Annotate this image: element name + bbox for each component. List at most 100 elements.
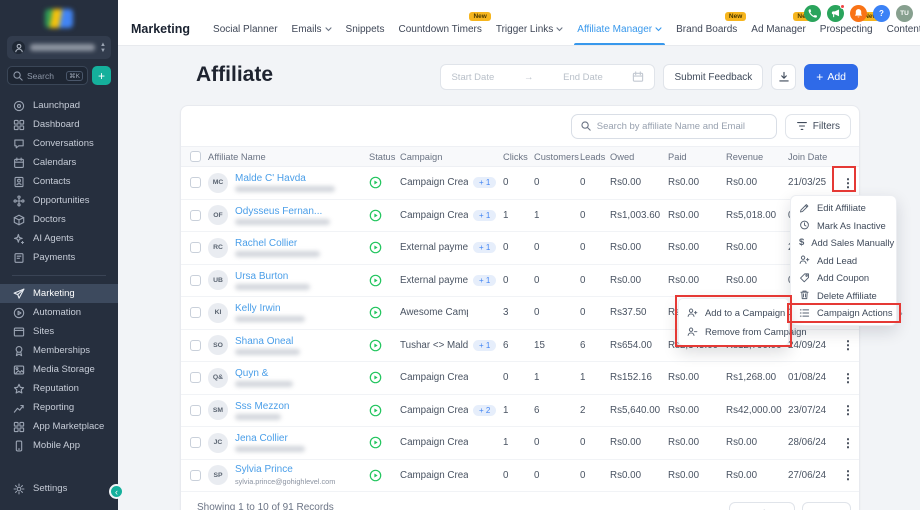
sidebar-item-label: Opportunities	[33, 195, 90, 206]
help-icon[interactable]: ?	[873, 5, 890, 22]
row-checkbox[interactable]	[190, 372, 201, 383]
sidebar-item-calendars[interactable]: Calendars	[0, 153, 118, 172]
tab-trigger-links[interactable]: Trigger Links	[496, 24, 563, 45]
sidebar-item-settings[interactable]: Settings	[0, 479, 118, 498]
row-checkbox[interactable]	[190, 340, 201, 351]
select-all-checkbox[interactable]	[190, 151, 201, 162]
row-checkbox[interactable]	[190, 437, 201, 448]
submenu-item-remove-from-campaign[interactable]: Remove from Campaign	[679, 322, 788, 341]
sidebar-item-opportunities[interactable]: Opportunities	[0, 191, 118, 210]
sidebar-item-label: Settings	[33, 483, 67, 494]
affiliate-name-link[interactable]: Jena Collier	[235, 433, 305, 444]
export-button[interactable]	[771, 64, 796, 90]
affiliate-name-link[interactable]: Shana Oneal	[235, 336, 300, 347]
sidebar-item-sites[interactable]: Sites	[0, 322, 118, 341]
sidebar-item-ai-agents[interactable]: AI Agents	[0, 229, 118, 248]
row-checkbox[interactable]	[190, 177, 201, 188]
tab-affiliate-manager[interactable]: Affiliate Manager	[577, 24, 662, 45]
megaphone-icon[interactable]	[827, 5, 844, 22]
row-actions-button[interactable]: ⋮	[837, 337, 859, 353]
sidebar-search-input[interactable]	[27, 71, 63, 81]
affiliate-name-link[interactable]: Rachel Collier	[235, 238, 320, 249]
affiliate-name-link[interactable]: Quyn &	[235, 368, 293, 379]
table-row: OFOdysseus Fernan...Campaign Create+ 111…	[181, 200, 859, 233]
row-checkbox[interactable]	[190, 210, 201, 221]
tab-prospecting[interactable]: ProspectingNew	[820, 24, 873, 45]
campaign-cell: Awesome Campaig	[400, 307, 503, 318]
sidebar-item-payments[interactable]: Payments	[0, 248, 118, 267]
date-range-picker[interactable]: Start Date → End Date	[440, 64, 655, 90]
sidebar-item-conversations[interactable]: Conversations	[0, 134, 118, 153]
affiliate-search[interactable]	[571, 114, 777, 139]
sidebar-item-reporting[interactable]: Reporting	[0, 398, 118, 417]
tab-emails[interactable]: Emails	[292, 24, 332, 45]
menu-item-edit-affiliate[interactable]: Edit Affiliate	[791, 199, 896, 217]
sidebar-item-memberships[interactable]: Memberships	[0, 341, 118, 360]
sidebar-item-label: Memberships	[33, 345, 90, 356]
menu-item-mark-as-inactive[interactable]: Mark As Inactive	[791, 217, 896, 235]
quick-add-button[interactable]: +	[92, 66, 111, 85]
menu-item-campaign-actions[interactable]: Campaign Actions›	[791, 304, 896, 322]
sidebar-item-reputation[interactable]: Reputation	[0, 379, 118, 398]
previous-page-button[interactable]: Previous	[729, 502, 796, 510]
tab-snippets[interactable]: Snippets	[346, 24, 385, 45]
row-actions-button[interactable]: ⋮	[837, 175, 859, 191]
affiliate-cell: SPSylvia Princesylvia.prince@gohighlevel…	[208, 464, 366, 486]
menu-item-add-lead[interactable]: Add Lead	[791, 252, 896, 270]
affiliate-cell: Q&Quyn &	[208, 368, 366, 388]
owed-cell: Rs0.00	[610, 470, 668, 481]
row-checkbox[interactable]	[190, 307, 201, 318]
affiliate-cell: KIKelly Irwin	[208, 303, 366, 323]
row-checkbox[interactable]	[190, 242, 201, 253]
affiliate-name-link[interactable]: Odysseus Fernan...	[235, 206, 330, 217]
affiliate-name-link[interactable]: Sylvia Prince	[235, 464, 335, 475]
row-actions-button[interactable]: ⋮	[837, 370, 859, 386]
next-page-button[interactable]: Next	[802, 502, 851, 510]
affiliate-email-redacted	[235, 251, 320, 257]
sidebar-item-app-marketplace[interactable]: App Marketplace	[0, 417, 118, 436]
sidebar-item-media-storage[interactable]: Media Storage	[0, 360, 118, 379]
add-affiliate-button[interactable]: +Add	[804, 64, 858, 90]
affiliate-search-input[interactable]	[597, 121, 768, 132]
user-avatar[interactable]: TU	[896, 5, 913, 22]
tab-brand-boards[interactable]: Brand BoardsNew	[676, 24, 737, 45]
sidebar-item-doctors[interactable]: Doctors	[0, 210, 118, 229]
sidebar-item-marketing[interactable]: Marketing	[0, 284, 118, 303]
tab-social-planner[interactable]: Social Planner	[213, 24, 277, 45]
menu-item-add-sales-manually[interactable]: $Add Sales Manually	[791, 234, 896, 252]
affiliate-name-link[interactable]: Sss Mezzon	[235, 401, 289, 412]
sidebar-item-mobile-app[interactable]: Mobile App	[0, 436, 118, 455]
status-cell	[366, 209, 400, 222]
row-actions-button[interactable]: ⋮	[837, 467, 859, 483]
row-checkbox[interactable]	[190, 405, 201, 416]
sidebar-item-contacts[interactable]: Contacts	[0, 172, 118, 191]
menu-item-add-coupon[interactable]: Add Coupon	[791, 269, 896, 287]
phone-icon[interactable]	[804, 5, 821, 22]
submit-feedback-button[interactable]: Submit Feedback	[663, 64, 763, 90]
revenue-cell: Rs1,268.00	[726, 372, 788, 383]
row-checkbox-cell	[181, 405, 208, 416]
tab-countdown-timers[interactable]: Countdown TimersNew	[398, 24, 481, 45]
sidebar-collapse-button[interactable]: ‹	[109, 484, 124, 499]
account-switcher[interactable]: ▲▼	[7, 36, 111, 59]
bell-icon[interactable]	[850, 5, 867, 22]
sidebar-item-launchpad[interactable]: Launchpad	[0, 96, 118, 115]
affiliate-name-link[interactable]: Kelly Irwin	[235, 303, 305, 314]
sidebar-item-dashboard[interactable]: Dashboard	[0, 115, 118, 134]
row-checkbox[interactable]	[190, 470, 201, 481]
sidebar-item-automation[interactable]: Automation	[0, 303, 118, 322]
row-actions-button[interactable]: ⋮	[837, 402, 859, 418]
tab-ad-manager[interactable]: Ad ManagerNew	[751, 24, 805, 45]
tab-content-ai[interactable]: Content AI	[887, 24, 920, 45]
menu-item-delete-affiliate[interactable]: Delete Affiliate	[791, 287, 896, 305]
filters-button[interactable]: Filters	[785, 114, 851, 139]
row-actions-button[interactable]: ⋮	[837, 435, 859, 451]
submenu-item-add-to-a-campaign[interactable]: Add to a Campaign	[679, 303, 788, 322]
sidebar-search[interactable]: ⌘K	[7, 66, 88, 85]
paid-cell: Rs0.00	[668, 275, 726, 286]
affiliate-name-link[interactable]: Malde C' Havda	[235, 173, 335, 184]
row-checkbox[interactable]	[190, 275, 201, 286]
affiliate-name-link[interactable]: Ursa Burton	[235, 271, 310, 282]
customers-cell: 0	[534, 307, 580, 318]
menu-item-label: Add Lead	[817, 255, 857, 266]
